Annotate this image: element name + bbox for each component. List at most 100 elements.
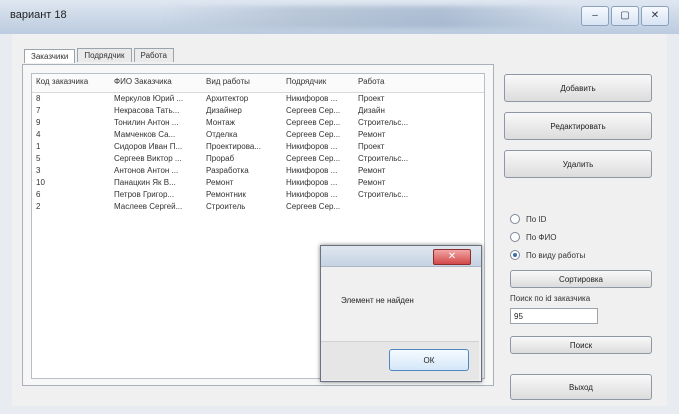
table-cell: Строительс... (358, 118, 409, 127)
table-cell: Сергеев Виктор ... (114, 154, 182, 163)
table-cell: Ремонт (358, 166, 386, 175)
radio-circle (510, 232, 520, 242)
ok-button[interactable]: ОК (389, 349, 469, 371)
grid-rows: 8 Меркулов Юрий ... Архитектор Никифоров ..… (32, 93, 484, 213)
table-cell: Строительс... (358, 190, 409, 199)
table-cell: Ремонт (206, 178, 234, 187)
table-cell (354, 201, 434, 213)
table-row[interactable]: 7 Некрасова Тать... Дизайнер Сергеев Сер...… (32, 105, 484, 117)
sort-button[interactable]: Сортировка (510, 270, 652, 288)
table-cell: Сергеев Сер... (286, 130, 341, 139)
add-button[interactable]: Добавить (504, 74, 652, 102)
table-cell: Панацкин Як В... (114, 178, 176, 187)
table-cell: 8 (36, 94, 41, 103)
column-header[interactable]: Вид работы (202, 74, 282, 92)
table-cell: Петров Григор... (114, 190, 175, 199)
table-cell: 3 (36, 166, 41, 175)
table-cell: Строитель (206, 202, 246, 211)
table-cell: Разработка (206, 166, 249, 175)
table-cell: Дизайн (358, 106, 385, 115)
radio-label: По виду работы (526, 250, 586, 260)
table-cell: Сидоров Иван П... (114, 142, 183, 151)
table-cell: Сергеев Сер... (286, 154, 341, 163)
table-row[interactable]: 3 Антонов Антон ... Разработка Никифоров ..… (32, 165, 484, 177)
table-cell: 2 (36, 202, 41, 211)
title-bar: вариант 18 – ▢ ✕ (0, 0, 679, 34)
table-cell: Тонилин Антон ... (114, 118, 179, 127)
column-header[interactable]: Работа (354, 74, 434, 92)
tab-contractor[interactable]: Подрядчик (77, 48, 132, 62)
table-cell: Ремонт (358, 130, 386, 139)
table-cell: Никифоров ... (286, 142, 338, 151)
table-cell: 10 (36, 178, 45, 187)
maximize-button[interactable]: ▢ (611, 6, 639, 26)
right-panel: Добавить Редактировать Удалить По ID По … (504, 74, 664, 404)
table-cell: Мамченков Са... (114, 130, 176, 139)
tab-customers[interactable]: Заказчики (24, 49, 76, 63)
table-cell: Некрасова Тать... (114, 106, 180, 115)
table-row[interactable]: 8 Меркулов Юрий ... Архитектор Никифоров ..… (32, 93, 484, 105)
table-row[interactable]: 5 Сергеев Виктор ... Прораб Сергеев Сер... С… (32, 153, 484, 165)
dialog-title-bar: ✕ (321, 246, 481, 267)
message-dialog: ✕ Элемент не найден ОК (320, 245, 482, 382)
table-row[interactable]: 9 Тонилин Антон ... Монтаж Сергеев Сер... Ст… (32, 117, 484, 129)
table-cell: Ремонтник (206, 190, 246, 199)
table-cell: Отделка (206, 130, 238, 139)
radio-circle (510, 250, 520, 260)
table-cell: Никифоров ... (286, 166, 338, 175)
table-cell: Дизайнер (206, 106, 242, 115)
title-bar-blur (160, 6, 580, 28)
table-cell: 5 (36, 154, 41, 163)
exit-button[interactable]: Выход (510, 374, 652, 400)
table-row[interactable]: 2 Маслеев Сергей... Строитель Сергеев Сер..… (32, 201, 484, 213)
radio-by-id[interactable]: По ID (510, 214, 546, 224)
table-cell: 6 (36, 190, 41, 199)
radio-label: По ID (526, 214, 547, 224)
minimize-button[interactable]: – (581, 6, 609, 26)
table-cell: 4 (36, 130, 41, 139)
tab-work[interactable]: Работа (133, 48, 174, 62)
grid-header: Код заказчика ФИО Заказчика Вид работы П… (32, 74, 484, 93)
table-cell: Антонов Антон ... (114, 166, 179, 175)
table-cell: Архитектор (206, 94, 249, 103)
table-cell: Проектирова... (206, 142, 261, 151)
radio-by-name[interactable]: По ФИО (510, 232, 556, 242)
radio-label: По ФИО (526, 232, 557, 242)
table-cell: Ремонт (358, 178, 386, 187)
window-title: вариант 18 (10, 9, 67, 21)
main-window: вариант 18 – ▢ ✕ Заказчики Подрядчик Раб… (0, 0, 679, 414)
dialog-footer: ОК (321, 341, 479, 380)
table-cell: Никифоров ... (286, 94, 338, 103)
table-cell: Проект (358, 142, 385, 151)
column-header[interactable]: Подрядчик (282, 74, 354, 92)
table-cell: Никифоров ... (286, 190, 338, 199)
table-cell: Сергеев Сер... (286, 202, 341, 211)
column-header[interactable]: ФИО Заказчика (110, 74, 202, 92)
search-label: Поиск по id заказчика (510, 294, 591, 303)
search-button[interactable]: Поиск (510, 336, 652, 354)
table-cell: Прораб (206, 154, 235, 163)
edit-button[interactable]: Редактировать (504, 112, 652, 140)
delete-button[interactable]: Удалить (504, 150, 652, 178)
column-header[interactable]: Код заказчика (32, 74, 110, 92)
table-row[interactable]: 1 Сидоров Иван П... Проектирова... Никифоро… (32, 141, 484, 153)
dialog-message: Элемент не найден (341, 296, 414, 305)
radio-circle (510, 214, 520, 224)
table-cell: Маслеев Сергей... (114, 202, 183, 211)
table-cell: 1 (36, 142, 41, 151)
window-controls: – ▢ ✕ (581, 6, 669, 26)
table-cell: Строительс... (358, 154, 409, 163)
table-cell: Никифоров ... (286, 178, 338, 187)
table-row[interactable]: 10 Панацкин Як В... Ремонт Никифоров ... Рем… (32, 177, 484, 189)
close-icon[interactable]: ✕ (433, 249, 471, 265)
table-row[interactable]: 6 Петров Григор... Ремонтник Никифоров ... С… (32, 189, 484, 201)
table-cell: Проект (358, 94, 385, 103)
radio-by-work-type[interactable]: По виду работы (510, 250, 585, 260)
table-row[interactable]: 4 Мамченков Са... Отделка Сергеев Сер... Рем… (32, 129, 484, 141)
table-cell: Сергеев Сер... (286, 106, 341, 115)
table-cell: 7 (36, 106, 41, 115)
table-cell: Меркулов Юрий ... (114, 94, 184, 103)
search-input[interactable]: 95 (510, 308, 598, 324)
close-window-button[interactable]: ✕ (641, 6, 669, 26)
table-cell: Монтаж (206, 118, 235, 127)
